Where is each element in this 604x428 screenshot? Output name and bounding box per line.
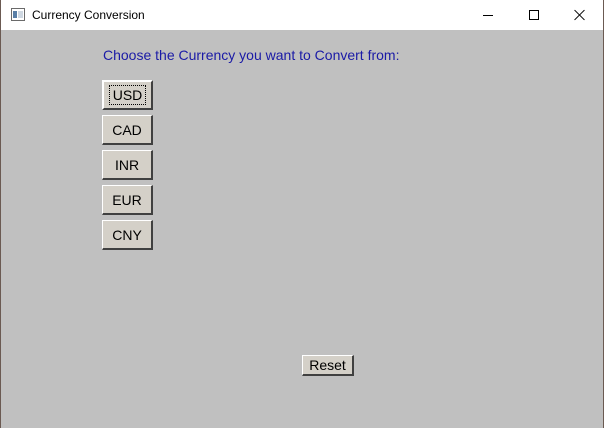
currency-button-cny[interactable]: CNY: [102, 220, 153, 250]
maximize-icon: [529, 10, 539, 20]
close-icon: [574, 9, 586, 21]
window-title: Currency Conversion: [32, 8, 145, 22]
currency-button-label: EUR: [112, 191, 142, 208]
maximize-button[interactable]: [511, 0, 557, 30]
reset-button-label: Reset: [309, 357, 346, 373]
minimize-icon: [483, 14, 493, 16]
minimize-button[interactable]: [465, 0, 511, 30]
close-button[interactable]: [557, 0, 603, 30]
app-window: Currency Conversion Choose the Currency …: [0, 0, 604, 428]
window-app-icon[interactable]: [11, 8, 25, 21]
currency-button-label: CNY: [112, 226, 142, 243]
currency-button-cad[interactable]: CAD: [102, 115, 153, 145]
currency-button-usd[interactable]: USD: [102, 80, 153, 110]
reset-button[interactable]: Reset: [302, 355, 354, 376]
currency-button-label: CAD: [112, 121, 142, 138]
currency-button-label: INR: [114, 156, 140, 173]
currency-button-inr[interactable]: INR: [102, 150, 153, 180]
currency-prompt: Choose the Currency you want to Convert …: [103, 47, 400, 63]
title-bar[interactable]: Currency Conversion: [1, 0, 603, 30]
currency-button-label: USD: [108, 85, 147, 105]
currency-button-eur[interactable]: EUR: [102, 185, 153, 215]
